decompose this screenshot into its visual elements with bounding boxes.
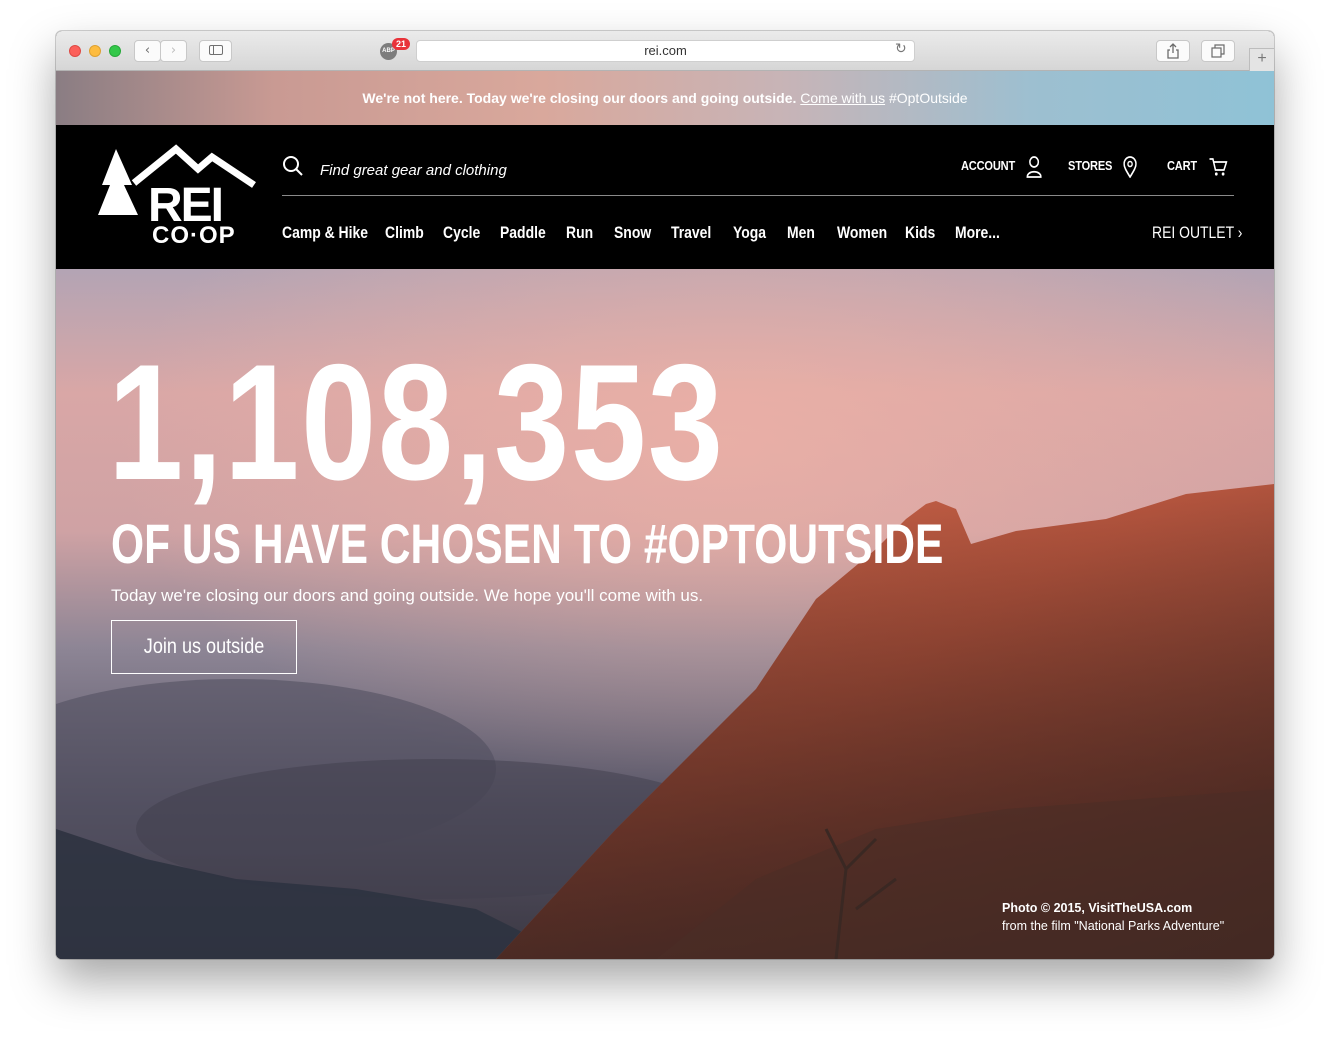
search-icon[interactable]: [282, 155, 304, 177]
user-icon: [1026, 155, 1042, 178]
nav-cycle[interactable]: Cycle: [443, 219, 490, 247]
rei-outlet-link[interactable]: REI OUTLET ›: [1152, 219, 1242, 247]
browser-toolbar: ‹ › ABP 21 rei.com ↻ +: [56, 31, 1274, 71]
come-with-us-link[interactable]: Come with us: [800, 90, 885, 106]
zoom-window-button[interactable]: [109, 45, 121, 57]
nav-men[interactable]: Men: [787, 219, 828, 247]
hero-headline: OF US HAVE CHOSEN TO #OPTOUTSIDE: [111, 512, 944, 575]
chevron-right-icon: ›: [1237, 223, 1243, 242]
chevron-right-icon: ›: [170, 43, 177, 58]
logo-coop-text: CO·OP: [152, 222, 236, 245]
stores-link[interactable]: STORES: [1068, 153, 1138, 179]
browser-window: ‹ › ABP 21 rei.com ↻ + We're not here. T…: [56, 31, 1274, 959]
minimize-window-button[interactable]: [89, 45, 101, 57]
optout-count: 1,108,353: [108, 330, 725, 514]
new-tab-button[interactable]: +: [1249, 48, 1274, 71]
announcement-message: We're not here. Today we're closing our …: [362, 90, 797, 106]
address-bar[interactable]: rei.com: [416, 40, 915, 62]
outlet-label: REI OUTLET: [1152, 223, 1234, 242]
photo-credit: Photo © 2015, VisitTheUSA.com from the f…: [1002, 899, 1224, 935]
nav-climb[interactable]: Climb: [385, 219, 433, 247]
sidebar-toggle-button[interactable]: [199, 40, 232, 62]
chevron-left-icon: ‹: [144, 43, 151, 58]
rei-page: We're not here. Today we're closing our …: [56, 71, 1274, 959]
header-divider: [282, 195, 1234, 196]
announcement-hashtag: #OptOutside: [888, 90, 968, 106]
photo-credit-line-2: from the film "National Parks Adventure": [1002, 919, 1225, 933]
cart-label: CART: [1167, 158, 1198, 173]
nav-more[interactable]: More...: [955, 219, 1004, 247]
nav-women[interactable]: Women: [837, 219, 893, 247]
back-button[interactable]: ‹: [134, 40, 161, 62]
hero-banner: 1,108,353 OF US HAVE CHOSEN TO #OPTOUTSI…: [56, 269, 1274, 959]
share-icon: [1167, 43, 1179, 59]
rei-coop-logo[interactable]: REI CO·OP: [94, 143, 256, 245]
forward-button[interactable]: ›: [160, 40, 187, 62]
account-link[interactable]: ACCOUNT: [961, 153, 1042, 179]
nav-paddle[interactable]: Paddle: [500, 219, 554, 247]
stores-label: STORES: [1068, 158, 1113, 173]
nav-camp-hike[interactable]: Camp & Hike: [282, 219, 368, 247]
show-tabs-button[interactable]: [1201, 40, 1235, 62]
close-window-button[interactable]: [69, 45, 81, 57]
cart-link[interactable]: CART: [1167, 153, 1228, 179]
adblock-count-badge: 21: [392, 38, 410, 50]
sidebar-icon: [208, 45, 223, 55]
url-text: rei.com: [644, 43, 687, 58]
search-input[interactable]: [320, 158, 740, 182]
site-header: REI CO·OP ACCOUNT STORES: [56, 125, 1274, 269]
adblock-label: ABP: [382, 48, 395, 54]
tabs-icon: [1211, 44, 1225, 58]
reload-icon[interactable]: ↻: [895, 41, 907, 57]
nav-yoga[interactable]: Yoga: [733, 219, 777, 247]
nav-kids[interactable]: Kids: [905, 219, 946, 247]
nav-snow[interactable]: Snow: [614, 219, 661, 247]
category-nav: Camp & Hike Climb Cycle Paddle Run Snow …: [282, 219, 1015, 247]
announcement-bar: We're not here. Today we're closing our …: [56, 71, 1274, 125]
map-pin-icon: [1123, 155, 1138, 179]
account-label: ACCOUNT: [961, 158, 1016, 173]
share-button[interactable]: [1156, 40, 1190, 62]
nav-run[interactable]: Run: [566, 219, 605, 247]
nav-travel[interactable]: Travel: [671, 219, 722, 247]
plus-icon: +: [1257, 50, 1267, 67]
join-us-outside-button[interactable]: Join us outside: [111, 620, 297, 674]
photo-credit-line-1: Photo © 2015, VisitTheUSA.com: [1002, 901, 1193, 915]
cart-icon: [1209, 157, 1228, 176]
join-button-label: Join us outside: [143, 635, 265, 658]
hero-subtext: Today we're closing our doors and going …: [111, 586, 704, 605]
